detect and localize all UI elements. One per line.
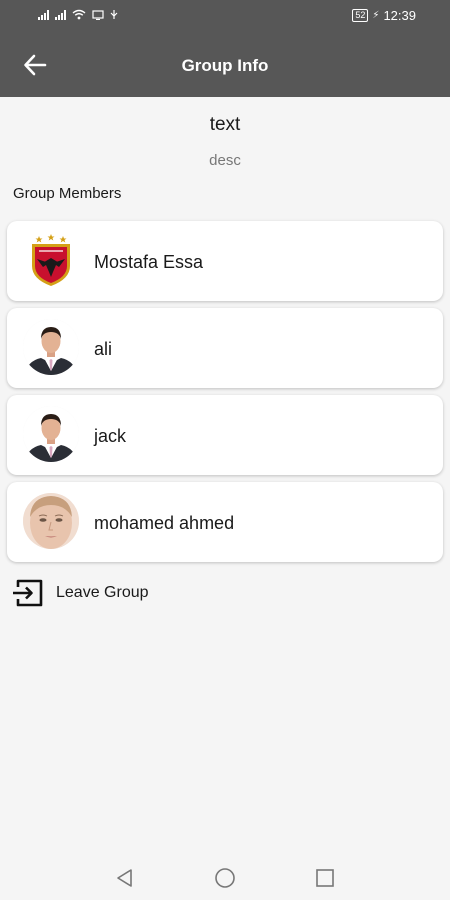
- nav-home-icon[interactable]: [214, 867, 236, 889]
- avatar: [23, 232, 79, 288]
- group-members-heading: Group Members: [13, 185, 122, 202]
- signal-icon: [38, 9, 49, 20]
- member-card[interactable]: mohamed ahmed: [7, 482, 443, 562]
- status-bar: 52 ⚡ 12:39: [0, 0, 450, 32]
- member-name: jack: [94, 426, 127, 446]
- nav-back-icon[interactable]: [114, 867, 136, 889]
- group-description: desc: [209, 152, 241, 169]
- avatar: [23, 406, 79, 462]
- avatar: [23, 319, 79, 375]
- battery-icon: 52: [352, 9, 369, 22]
- member-name: ali: [94, 339, 113, 359]
- member-name: Mostafa Essa: [94, 252, 204, 272]
- members-list: Mostafa Essa ali jack mohamed ahmed: [7, 221, 443, 569]
- signal-icon: [55, 9, 66, 20]
- avatar: [23, 493, 79, 549]
- exit-icon: [13, 579, 43, 607]
- leave-group-button[interactable]: Leave Group: [12, 578, 149, 608]
- woman-face-icon: [23, 493, 79, 549]
- member-name: mohamed ahmed: [94, 513, 235, 533]
- screen-cast-icon: [92, 9, 104, 20]
- member-card[interactable]: jack: [7, 395, 443, 475]
- leave-group-label: Leave Group: [56, 584, 149, 601]
- wifi-icon: [72, 9, 86, 20]
- club-crest-icon: [23, 232, 79, 288]
- status-icons-left: [38, 9, 118, 20]
- charging-icon: ⚡: [372, 10, 380, 21]
- status-icons-right: 52 ⚡ 12:39: [352, 8, 416, 23]
- man-in-suit-icon: [23, 319, 79, 375]
- page-title: Group Info: [181, 56, 269, 75]
- usb-icon: [110, 10, 118, 19]
- app-bar: Group Info: [0, 32, 450, 97]
- member-card[interactable]: Mostafa Essa: [7, 221, 443, 301]
- member-card[interactable]: ali: [7, 308, 443, 388]
- group-name: text: [209, 114, 241, 135]
- man-in-suit-icon: [23, 406, 79, 462]
- nav-recents-icon[interactable]: [314, 867, 336, 889]
- system-nav-bar: [0, 852, 450, 900]
- clock: 12:39: [383, 8, 416, 23]
